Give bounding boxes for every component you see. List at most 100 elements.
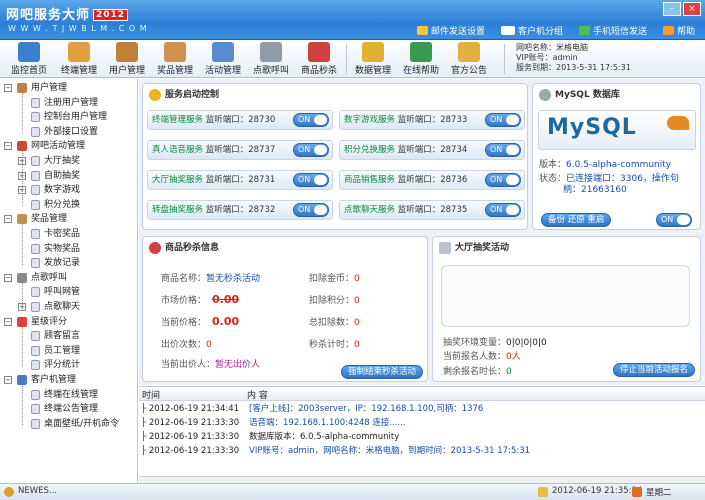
- stop-signup-button[interactable]: 停止当前活动报名: [613, 363, 696, 377]
- document-icon: [31, 185, 40, 196]
- service-toggle[interactable]: ON: [293, 203, 329, 217]
- tree-item[interactable]: 评分统计: [0, 358, 137, 373]
- tree-item[interactable]: 员工管理: [0, 344, 137, 359]
- tree-group[interactable]: − 客户机管理: [0, 373, 137, 388]
- close-button[interactable]: ×: [683, 2, 701, 16]
- collapse-icon[interactable]: −: [4, 317, 12, 326]
- service-toggle[interactable]: ON: [485, 143, 521, 157]
- sale-coin-deduct: 扣除金币：0: [309, 274, 360, 284]
- help-icon: [662, 26, 674, 35]
- document-icon: [31, 389, 40, 400]
- top-menu-help[interactable]: 帮助: [662, 24, 695, 37]
- tree-item[interactable]: 实物奖品: [0, 242, 137, 257]
- tree-group[interactable]: − 星级评分: [0, 315, 137, 330]
- service-name: 商品销售服务: [344, 175, 396, 185]
- tree-item[interactable]: 外部接口设置: [0, 125, 137, 140]
- service-toggle[interactable]: ON: [485, 113, 521, 127]
- tree-item[interactable]: 顾客留言: [0, 329, 137, 344]
- collapse-icon[interactable]: −: [4, 142, 12, 151]
- nav-tree: − 用户管理 注册用户管理 控制台用户管理 外部接口设置 − 网吧活动管理 + 大厅抽奖 + 自助抽…: [0, 79, 138, 483]
- mysql-toggle[interactable]: ON: [656, 213, 692, 227]
- collapse-icon[interactable]: −: [4, 84, 12, 92]
- service-toggle[interactable]: ON: [485, 203, 521, 217]
- service-toggle[interactable]: ON: [293, 113, 329, 127]
- tree-item[interactable]: + 数字游戏: [0, 183, 137, 198]
- toolbar-activity[interactable]: 活动管理: [196, 42, 250, 76]
- tree-item[interactable]: 积分兑换: [0, 198, 137, 213]
- user-info: 网吧名称：米格电脑 VIP账号：admin 服务到期：2013-5-31 17:…: [516, 43, 631, 73]
- phone-icon: [578, 26, 590, 35]
- toolbar-announcement[interactable]: 官方公告: [442, 42, 496, 76]
- service-row: 真人语音服务 监听端口：28737 ON: [147, 140, 333, 160]
- service-port: 监听端口：28737: [205, 145, 276, 155]
- calendar-icon: [632, 487, 642, 497]
- toolbar-flash-sale[interactable]: 商品秒杀: [292, 42, 346, 76]
- news-icon: [4, 487, 14, 497]
- tree-item[interactable]: 发放记录: [0, 256, 137, 271]
- tree-item[interactable]: + 大厅抽奖: [0, 154, 137, 169]
- service-toggle[interactable]: ON: [485, 173, 521, 187]
- log-time: ├ 2012-06-19 21:33:30: [141, 446, 240, 456]
- lottery-panel: 大厅抽奖活动 抽奖环境变量：0|0|0|0|0 当前报名人数：0人 剩余报名时长…: [432, 236, 701, 382]
- top-menu: 邮件发送设置 客户机分组 手机短信发送 帮助: [416, 24, 695, 37]
- document-icon: [31, 418, 40, 429]
- document-icon: [31, 229, 40, 239]
- sale-market-price: 市场价格： 0.00: [161, 293, 240, 306]
- tree-group[interactable]: − 奖品管理: [0, 212, 137, 227]
- main-toolbar: 监控首页 终端管理 用户管理 奖品管理 活动管理 点歌呼叫 商品秒杀 数据管理 …: [0, 40, 705, 78]
- service-row: 积分兑换服务 监听端口：28734 ON: [339, 140, 525, 160]
- collapse-icon[interactable]: −: [4, 215, 12, 224]
- tree-item[interactable]: 控制台用户管理: [0, 110, 137, 125]
- collapse-icon[interactable]: −: [4, 376, 12, 384]
- tree-item[interactable]: 呼叫网管: [0, 285, 137, 300]
- document-icon: [31, 170, 40, 181]
- tree-group[interactable]: − 点歌呼叫: [0, 271, 137, 286]
- top-menu-mail-settings[interactable]: 邮件发送设置: [416, 24, 485, 37]
- minimize-button[interactable]: –: [663, 2, 681, 16]
- document-icon: [31, 404, 40, 415]
- document-icon: [31, 331, 40, 342]
- sale-total-deduct: 总扣除数：0: [309, 318, 360, 328]
- sale-points-deduct: 扣除积分：0: [309, 296, 360, 306]
- collapse-icon[interactable]: −: [4, 273, 12, 282]
- toolbar-online-help[interactable]: 在线帮助: [394, 42, 448, 76]
- tree-item[interactable]: + 点歌聊天: [0, 300, 137, 315]
- top-menu-sms[interactable]: 手机短信发送: [578, 24, 647, 37]
- toolbar-user[interactable]: 用户管理: [100, 42, 154, 76]
- calendar-icon: [212, 42, 234, 62]
- document-icon: [31, 156, 40, 166]
- service-name: 终端管理服务: [152, 115, 204, 125]
- new-badge-icon: [500, 26, 515, 35]
- document-icon: [31, 302, 40, 312]
- mysql-backup-restore-button[interactable]: 备份 还原 重启: [541, 213, 612, 227]
- toolbar-monitor[interactable]: 监控首页: [2, 42, 56, 76]
- document-icon: [31, 112, 40, 123]
- mysql-status-cont: 柄：21663160: [563, 185, 627, 195]
- service-toggle[interactable]: ON: [293, 173, 329, 187]
- news-ticker: NEWES...: [18, 486, 58, 496]
- top-menu-client-group[interactable]: 客户机分组: [500, 24, 563, 37]
- network-icon: [68, 42, 90, 62]
- tree-item[interactable]: + 自助抽奖: [0, 169, 137, 184]
- tree-item[interactable]: 注册用户管理: [0, 96, 137, 111]
- log-message: 语音端：192.168.1.100:4248 连接......: [249, 418, 406, 428]
- toolbar-terminal[interactable]: 终端管理: [52, 42, 106, 76]
- toolbar-data[interactable]: 数据管理: [346, 42, 400, 76]
- service-toggle[interactable]: ON: [293, 143, 329, 157]
- tree-item[interactable]: 卡密奖品: [0, 227, 137, 242]
- tree-connector: [22, 93, 23, 134]
- tree-item[interactable]: 桌面壁纸/开机命令: [0, 417, 137, 432]
- service-port: 监听端口：28731: [205, 175, 276, 185]
- image-icon: [439, 242, 451, 254]
- service-panel-header: 服务启动控制: [143, 84, 527, 106]
- force-end-sale-button[interactable]: 强制结束秒杀活动: [341, 365, 424, 379]
- tree-group[interactable]: − 用户管理: [0, 81, 137, 96]
- tree-group[interactable]: − 网吧活动管理: [0, 139, 137, 154]
- tree-item[interactable]: 终端在线管理: [0, 388, 137, 403]
- tree-item[interactable]: 终端公告管理: [0, 402, 137, 417]
- headset-icon: [17, 272, 27, 283]
- horizontal-scrollbar[interactable]: [139, 476, 705, 483]
- database-icon: [362, 42, 384, 62]
- toolbar-prize[interactable]: 奖品管理: [148, 42, 202, 76]
- toolbar-song-call[interactable]: 点歌呼叫: [244, 42, 298, 76]
